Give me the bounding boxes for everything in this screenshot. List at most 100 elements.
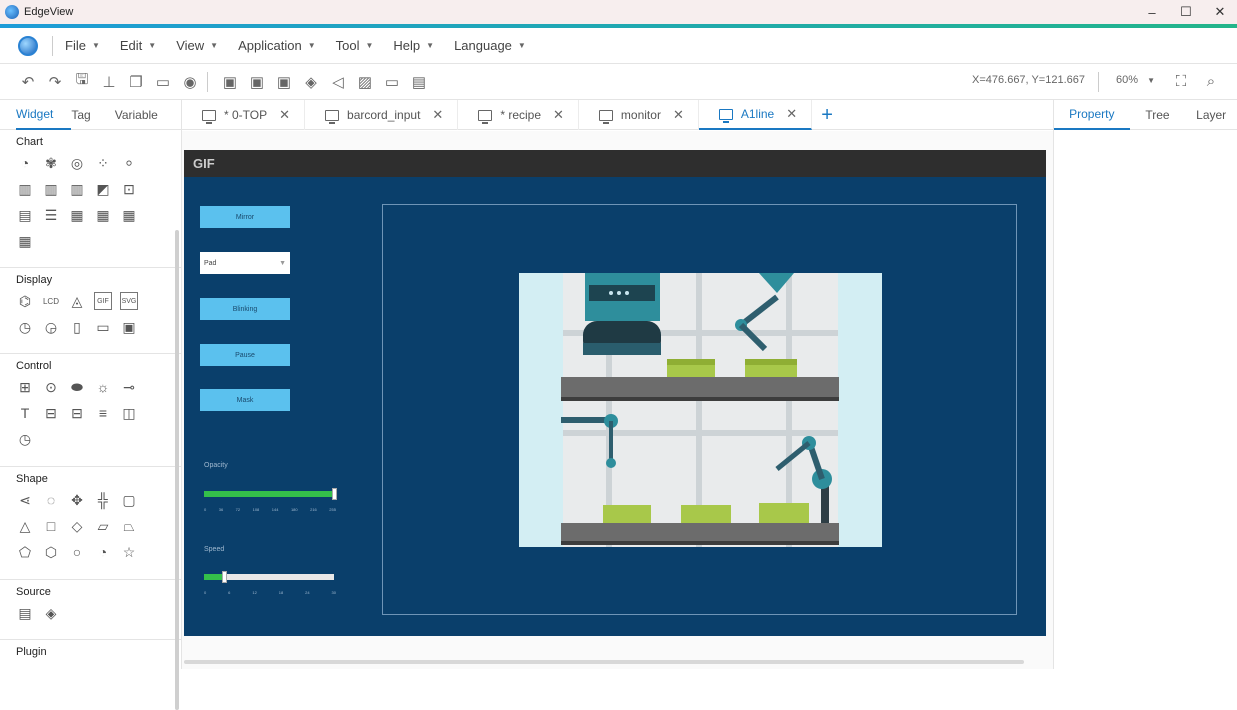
tab-tag[interactable]: Tag (71, 100, 114, 130)
polyline-icon[interactable]: ⋖ (16, 491, 34, 509)
script-icon[interactable]: ▣ (219, 71, 241, 93)
speed-slider-thumb[interactable] (221, 571, 227, 583)
blinking-button[interactable]: Blinking (200, 298, 290, 320)
pipe-cross-icon[interactable]: ✥ (68, 491, 86, 509)
book-icon[interactable]: ◫ (120, 404, 138, 422)
arc-icon[interactable]: ◔ (94, 543, 112, 561)
close-icon[interactable]: ✕ (432, 107, 443, 123)
gif-icon[interactable]: GIF (94, 292, 112, 310)
save-icon[interactable]: 🖫 (71, 71, 93, 93)
tab-layer[interactable]: Layer (1185, 100, 1237, 130)
clock-icon[interactable]: ◷ (16, 430, 34, 448)
redo-icon[interactable]: ↷ (44, 71, 66, 93)
bar-chart-settings-icon[interactable]: ▥ (42, 180, 60, 198)
gif-widget[interactable] (382, 204, 1017, 615)
undo-icon[interactable]: ↶ (17, 71, 39, 93)
histogram-settings-icon[interactable]: ▥ (68, 180, 86, 198)
canvas-horizontal-scrollbar[interactable] (184, 660, 1024, 664)
image-icon[interactable]: ◬ (68, 292, 86, 310)
add-tab-button[interactable]: + (812, 100, 842, 130)
pie-chart-icon[interactable]: ◔ (16, 154, 34, 172)
key-icon[interactable]: ⊸ (120, 378, 138, 396)
menu-view[interactable]: View ▼ (176, 38, 218, 53)
align-icon[interactable]: ⊥ (98, 71, 120, 93)
progress-icon[interactable]: ▯ (68, 318, 86, 336)
star-icon[interactable]: ☆ (120, 543, 138, 561)
diamond-icon[interactable]: ◇ (68, 517, 86, 535)
gauge-icon[interactable]: ◷ (16, 318, 34, 336)
tab-property[interactable]: Property (1054, 100, 1130, 130)
logo-icon[interactable] (18, 35, 38, 56)
tab-a1line[interactable]: A1line ✕ (698, 100, 813, 130)
mask-button[interactable]: Mask (200, 389, 290, 411)
curve-icon[interactable]: ◌ (42, 491, 60, 509)
menu-edit[interactable]: Edit ▼ (120, 38, 156, 53)
document-settings-icon[interactable]: ▤ (408, 71, 430, 93)
scatter-chart-icon[interactable]: ⁘ (94, 154, 112, 172)
radar-chart-icon[interactable]: ✾ (42, 154, 60, 172)
data-table-icon[interactable]: ▦ (16, 232, 34, 250)
circle-icon[interactable]: ○ (68, 543, 86, 561)
pipe-joint-icon[interactable]: ╬ (94, 491, 112, 509)
tab-monitor[interactable]: monitor ✕ (579, 100, 699, 130)
hmi-screen[interactable]: GIF Mirror Pad ▼ Blinking Pause Mask Opa… (184, 150, 1046, 636)
opacity-slider-thumb[interactable] (332, 488, 337, 500)
text-icon[interactable]: T (16, 404, 34, 422)
close-button[interactable]: ✕ (1203, 0, 1237, 24)
label-tag-icon[interactable]: ⌬ (16, 292, 34, 310)
zoom-select[interactable]: 60% ▼ (1116, 74, 1155, 86)
list-icon[interactable]: ☰ (42, 206, 60, 224)
rectangle-icon[interactable]: □ (42, 517, 60, 535)
mode-select[interactable]: Pad ▼ (200, 252, 290, 274)
close-icon[interactable]: ✕ (279, 107, 290, 123)
hexagon-icon[interactable]: ⬡ (42, 543, 60, 561)
fullscreen-icon[interactable]: ⛶ (1171, 71, 1191, 91)
zoom-fit-icon[interactable]: ⌕ (1201, 71, 1221, 91)
tab-widget[interactable]: Widget (16, 100, 72, 130)
menu-list-icon[interactable]: ≡ (94, 404, 112, 422)
left-panel-scrollbar[interactable] (175, 230, 179, 710)
parallelogram-icon[interactable]: ▱ (94, 517, 112, 535)
tab-0-top[interactable]: * 0-TOP ✕ (182, 100, 306, 130)
menu-tool[interactable]: Tool ▼ (336, 38, 374, 53)
folder-settings-icon[interactable]: ▭ (381, 71, 403, 93)
minimize-button[interactable]: – (1135, 0, 1169, 24)
video-icon[interactable]: ▣ (120, 318, 138, 336)
input-field-icon[interactable]: ⊟ (42, 404, 60, 422)
design-canvas[interactable]: GIF Mirror Pad ▼ Blinking Pause Mask Opa… (182, 131, 1053, 669)
event-icon[interactable]: ▣ (273, 71, 295, 93)
bubble-chart-icon[interactable]: ⸰ (120, 154, 138, 172)
tab-recipe[interactable]: * recipe ✕ (458, 100, 579, 130)
tab-variable[interactable]: Variable (115, 100, 158, 130)
mirror-button[interactable]: Mirror (200, 206, 290, 228)
maximize-button[interactable]: ☐ (1169, 0, 1203, 24)
pentagon-icon[interactable]: ⬠ (16, 543, 34, 561)
image-settings-icon[interactable]: ▨ (354, 71, 376, 93)
close-icon[interactable]: ✕ (553, 107, 564, 123)
variable-icon[interactable]: ▣ (246, 71, 268, 93)
variable-input-icon[interactable]: ⊟ (68, 404, 86, 422)
menu-file[interactable]: File ▼ (65, 38, 100, 53)
window-icon[interactable]: ▭ (152, 71, 174, 93)
svg-icon[interactable]: SVG (120, 292, 138, 310)
table-settings-icon[interactable]: ▦ (94, 206, 112, 224)
button-icon[interactable]: ⊞ (16, 378, 34, 396)
menu-application[interactable]: Application ▼ (238, 38, 316, 53)
panel-icon[interactable]: ▭ (94, 318, 112, 336)
bar-chart-icon[interactable]: ▥ (16, 180, 34, 198)
tab-barcord-input[interactable]: barcord_input ✕ (305, 100, 459, 130)
network-icon[interactable]: ◈ (300, 71, 322, 93)
toggle-switch-icon[interactable]: ⬬ (68, 378, 86, 396)
meter-icon[interactable]: ◶ (42, 318, 60, 336)
source-network-icon[interactable]: ◈ (42, 604, 60, 622)
trapezoid-icon[interactable]: ⏢ (120, 517, 138, 535)
ring-chart-icon[interactable]: ◎ (68, 154, 86, 172)
close-icon[interactable]: ✕ (673, 107, 684, 123)
dot-chart-icon[interactable]: ⊡ (120, 180, 138, 198)
line-chart-icon[interactable]: ◩ (94, 180, 112, 198)
copy-icon[interactable]: ❐ (125, 71, 147, 93)
indicator-light-icon[interactable]: ☼ (94, 378, 112, 396)
rounded-rectangle-icon[interactable]: ▢ (120, 491, 138, 509)
tab-tree[interactable]: Tree (1130, 100, 1186, 130)
menu-help[interactable]: Help ▼ (393, 38, 434, 53)
